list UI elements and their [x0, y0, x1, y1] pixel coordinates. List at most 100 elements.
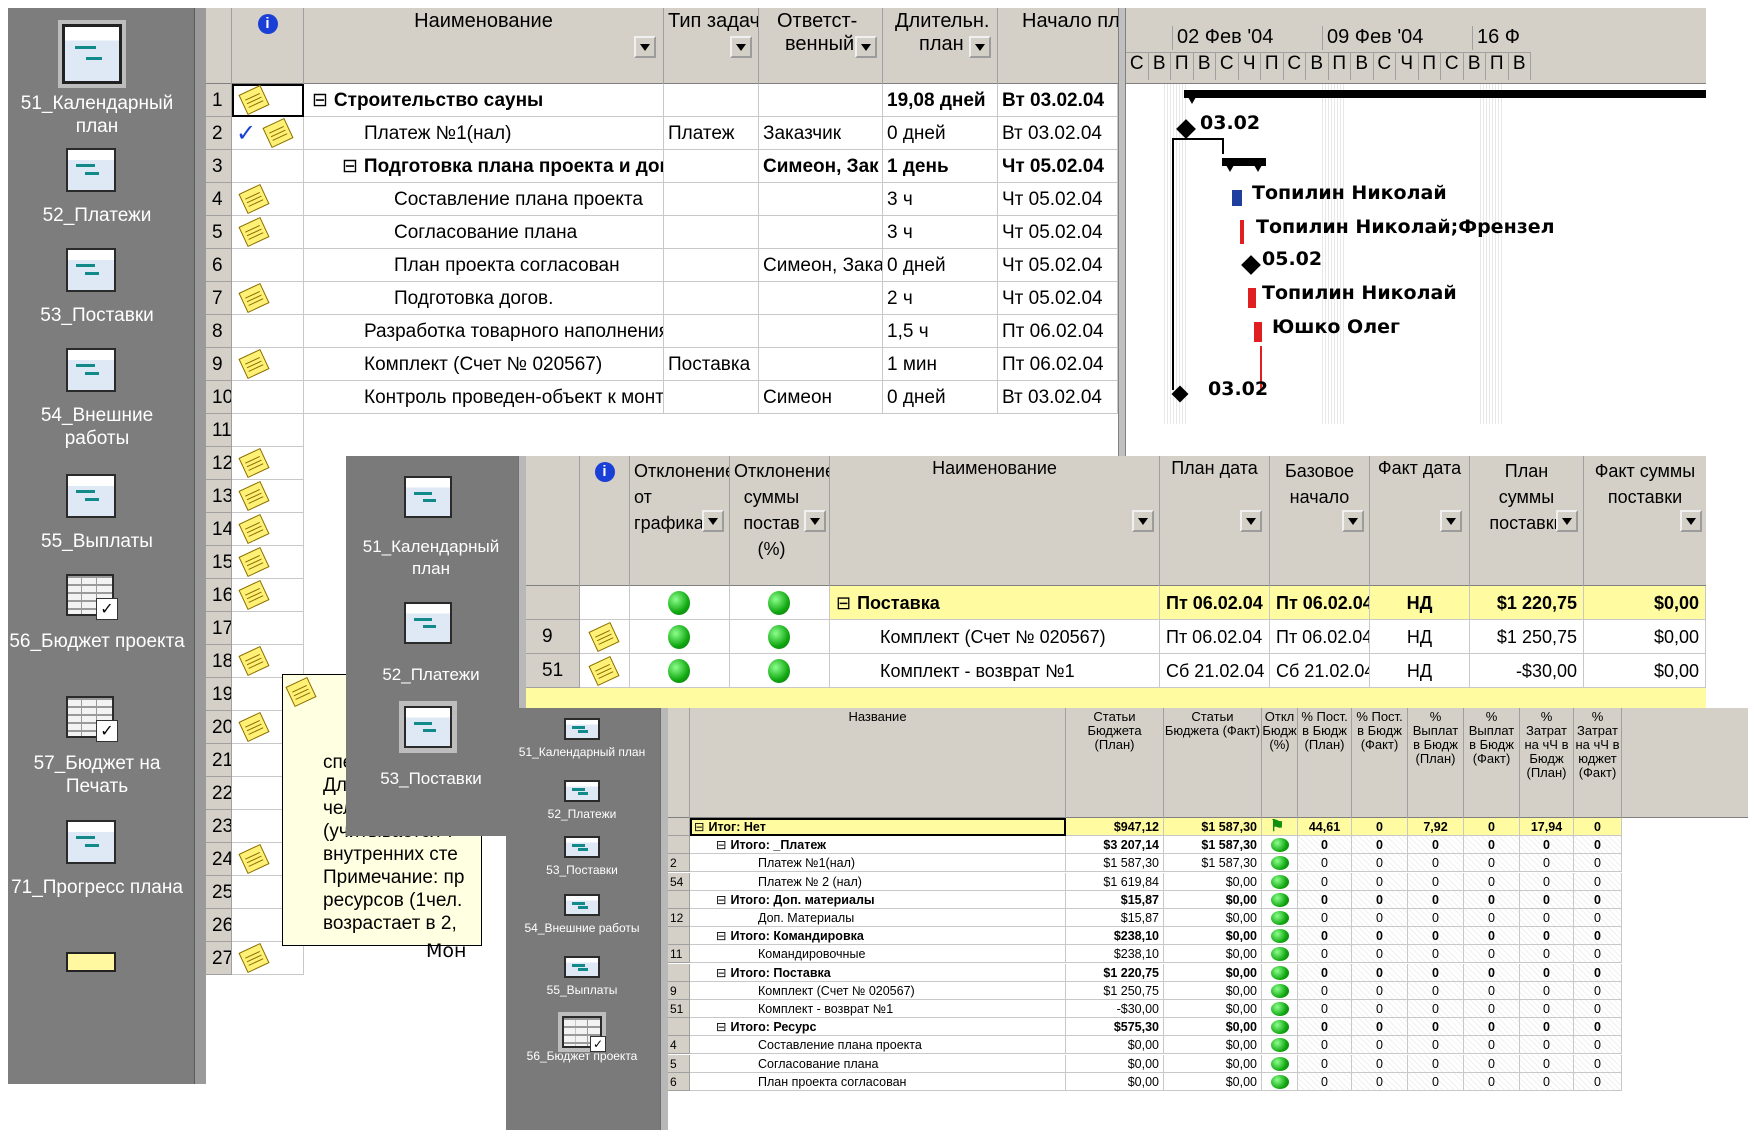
- select-all-corner[interactable]: [668, 708, 690, 818]
- indicator-cell[interactable]: [232, 579, 304, 612]
- table-row[interactable]: 1 ⊟ Строительство сауны 19,08 дней Вт 03.02.…: [206, 84, 1118, 117]
- row-number[interactable]: 8: [206, 315, 232, 348]
- base-start-dropdown[interactable]: [1342, 510, 1364, 532]
- row-number[interactable]: 13: [206, 480, 232, 513]
- collapse-toggle-icon[interactable]: ⊟: [312, 90, 328, 111]
- budget-percent-cell[interactable]: 0: [1298, 1036, 1352, 1055]
- budget-fact-cell[interactable]: $1 587,30: [1164, 836, 1262, 855]
- budget-column-header[interactable]: Откл Бюдж (%): [1262, 708, 1298, 818]
- start-date-cell[interactable]: Вт 03.02.04: [998, 84, 1118, 117]
- budget-percent-cell[interactable]: 0: [1298, 854, 1352, 873]
- task-type-cell[interactable]: [664, 216, 759, 249]
- budget-column-header[interactable]: % Затрат на чЧ в Бюдж (План): [1520, 708, 1574, 818]
- budget-percent-cell[interactable]: 0: [1298, 1018, 1352, 1037]
- type-column-header[interactable]: Тип задач: [664, 8, 759, 84]
- budget-percent-cell[interactable]: 0: [1352, 963, 1408, 982]
- budget-percent-cell[interactable]: 0: [1464, 927, 1520, 946]
- budget-percent-cell[interactable]: 0: [1574, 981, 1622, 1000]
- budget-percent-cell[interactable]: 0: [1408, 945, 1464, 964]
- budget-fact-cell[interactable]: $0,00: [1164, 927, 1262, 946]
- table-row[interactable]: ⊟ Поставка Пт 06.02.04 Пт 06.02.04 НД $1 220,…: [526, 586, 1706, 620]
- view-bar-item[interactable]: 51_Календарный план: [8, 18, 194, 138]
- table-row[interactable]: 2 ✓ Платеж №1(нал) Платеж Заказчик 0 дней Вт 0…: [206, 117, 1118, 150]
- budget-percent-cell[interactable]: 0: [1574, 872, 1622, 891]
- budget-name-cell[interactable]: Доп. Материалы: [690, 909, 1066, 927]
- budget-percent-cell[interactable]: 0: [1352, 1000, 1408, 1018]
- budget-name-cell[interactable]: Платеж № 2 (нал): [690, 872, 1066, 891]
- row-number[interactable]: 17: [206, 612, 232, 645]
- budget-percent-cell[interactable]: 0: [1464, 1054, 1520, 1073]
- responsible-cell[interactable]: [759, 84, 883, 117]
- budget-percent-cell[interactable]: 0: [1408, 872, 1464, 891]
- budget-percent-cell[interactable]: 0: [1408, 1036, 1464, 1055]
- responsible-cell[interactable]: [759, 282, 883, 315]
- view-bar-item[interactable]: 52_Платежи: [346, 602, 516, 712]
- fact-sum-cell[interactable]: $0,00: [1584, 654, 1706, 688]
- collapse-toggle-icon[interactable]: ⊟: [716, 966, 726, 980]
- row-number[interactable]: 15: [206, 546, 232, 579]
- base-start-cell[interactable]: Сб 21.02.04: [1270, 654, 1370, 688]
- table-row[interactable]: 54 Платеж № 2 (нал) $1 619,84 $0,00 0 0 0 0 0 0: [668, 872, 1748, 891]
- budget-percent-cell[interactable]: 0: [1574, 909, 1622, 927]
- budget-percent-cell[interactable]: 0: [1574, 945, 1622, 964]
- collapse-toggle-icon[interactable]: ⊟: [342, 156, 358, 177]
- budget-name-cell[interactable]: Командировочные: [690, 945, 1066, 964]
- table-row[interactable]: 5 Согласование плана $0,00 $0,00 0 0 0 0 0 0: [668, 1054, 1748, 1073]
- task-name-cell[interactable]: Платеж №1(нал): [304, 117, 664, 150]
- supply-name-header[interactable]: Наименование: [830, 456, 1160, 586]
- budget-fact-cell[interactable]: $0,00: [1164, 963, 1262, 982]
- budget-percent-cell[interactable]: 0: [1352, 1036, 1408, 1055]
- budget-fact-cell[interactable]: $0,00: [1164, 872, 1262, 891]
- budget-percent-cell[interactable]: 0: [1464, 854, 1520, 873]
- indicator-cell[interactable]: [232, 249, 304, 282]
- budget-percent-cell[interactable]: 0: [1352, 890, 1408, 909]
- summary-bar[interactable]: [1184, 90, 1706, 98]
- budget-fact-cell[interactable]: $0,00: [1164, 981, 1262, 1000]
- budget-percent-cell[interactable]: 0: [1464, 1036, 1520, 1055]
- view-bar-item[interactable]: 53_Поставки: [506, 836, 658, 896]
- table-row[interactable]: 9 Комплект (Счет № 020567) Пт 06.02.04 Пт 0…: [526, 620, 1706, 654]
- budget-percent-cell[interactable]: 0: [1574, 818, 1622, 836]
- budget-percent-cell[interactable]: 0: [1408, 836, 1464, 855]
- budget-percent-cell[interactable]: 0: [1352, 945, 1408, 964]
- budget-name-cell[interactable]: Платеж №1(нал): [690, 854, 1066, 873]
- budget-plan-cell[interactable]: $238,10: [1066, 945, 1164, 964]
- indicator-cell[interactable]: [232, 282, 304, 315]
- table-row[interactable]: 11: [206, 414, 1118, 447]
- responsible-cell[interactable]: [759, 348, 883, 381]
- budget-name-cell[interactable]: Комплект - возврат №1: [690, 1000, 1066, 1018]
- base-start-cell[interactable]: Пт 06.02.04: [1270, 586, 1370, 620]
- budget-percent-cell[interactable]: 0: [1464, 872, 1520, 891]
- budget-fact-cell[interactable]: $0,00: [1164, 1018, 1262, 1037]
- task-name-cell[interactable]: Комплект (Счет № 020567): [304, 348, 664, 381]
- budget-name-cell[interactable]: ⊟ Итого: Ресурс: [690, 1018, 1066, 1037]
- task-name-cell[interactable]: Разработка товарного наполнения: [304, 315, 664, 348]
- fact-date-dropdown[interactable]: [1440, 510, 1462, 532]
- table-row[interactable]: 8 Разработка товарного наполнения 1,5 ч Пт …: [206, 315, 1118, 348]
- row-number[interactable]: 9: [206, 348, 232, 381]
- plan-date-cell[interactable]: Сб 21.02.04: [1160, 654, 1270, 688]
- budget-fact-cell[interactable]: $1 587,30: [1164, 854, 1262, 873]
- budget-percent-cell[interactable]: 0: [1520, 945, 1574, 964]
- task-name-cell[interactable]: Контроль проведен-объект к монтa: [304, 381, 664, 414]
- row-number[interactable]: 4: [668, 1036, 690, 1055]
- budget-column-header[interactable]: % Затрат на чЧ в юджет (Факт): [1574, 708, 1622, 818]
- table-row[interactable]: 12 Доп. Материалы $15,87 $0,00 0 0 0 0 0 0: [668, 909, 1748, 927]
- responsible-cell[interactable]: Заказчик: [759, 117, 883, 150]
- indicator-cell[interactable]: [580, 654, 630, 688]
- budget-fact-cell[interactable]: $0,00: [1164, 1036, 1262, 1055]
- info-column-header[interactable]: i: [580, 456, 630, 586]
- budget-percent-cell[interactable]: 0: [1520, 909, 1574, 927]
- start-date-cell[interactable]: Чт 05.02.04: [998, 183, 1118, 216]
- table-row[interactable]: 6 План проекта согласован Симеон, Зака 0 дн…: [206, 249, 1118, 282]
- budget-percent-cell[interactable]: 0: [1408, 927, 1464, 946]
- budget-percent-cell[interactable]: 0: [1464, 981, 1520, 1000]
- collapse-toggle-icon[interactable]: ⊟: [836, 593, 851, 613]
- budget-percent-cell[interactable]: 0: [1574, 1054, 1622, 1073]
- row-number[interactable]: 11: [668, 945, 690, 964]
- budget-percent-cell[interactable]: 0: [1574, 927, 1622, 946]
- indicator-cell[interactable]: [580, 586, 630, 620]
- table-row[interactable]: ⊟ Итого: _Платеж $3 207,14 $1 587,30 0 0 0 0 0 0: [668, 836, 1748, 855]
- duration-cell[interactable]: 1,5 ч: [883, 315, 998, 348]
- task-type-cell[interactable]: [664, 249, 759, 282]
